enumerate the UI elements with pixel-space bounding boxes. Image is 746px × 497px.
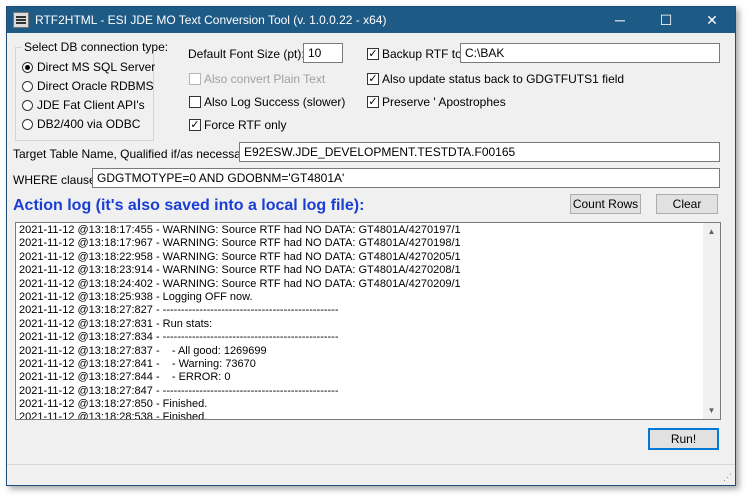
checkbox-label: Preserve ' Apostrophes [382,95,506,109]
scroll-up-icon[interactable]: ▲ [703,223,720,240]
log-line: 2021-11-12 @13:18:27:827 - -------------… [19,304,339,317]
action-log-textbox[interactable]: 2021-11-12 @13:18:17:455 - WARNING: Sour… [15,222,721,420]
backup-rtf-checkbox[interactable]: ✓ Backup RTF to: [367,47,465,61]
count-rows-button[interactable]: Count Rows [570,194,641,214]
radio-label: Direct Oracle RDBMS [37,79,154,93]
target-table-label: Target Table Name, Qualified if/as neces… [13,147,255,161]
checkbox-box [189,73,201,85]
resize-grip-icon[interactable]: ⋰ [723,472,732,483]
radio-label: DB2/400 via ODBC [37,117,141,131]
log-line: 2021-11-12 @13:18:25:938 - Logging OFF n… [19,290,253,303]
window-title: RTF2HTML - ESI JDE MO Text Conversion To… [35,13,387,27]
checkbox-box [189,96,201,108]
log-line: 2021-11-12 @13:18:27:850 - Finished. [19,398,208,411]
radio-db2-odbc[interactable]: DB2/400 via ODBC [22,117,140,131]
log-line: 2021-11-12 @13:18:28:538 - Finished. [19,411,208,420]
log-line: 2021-11-12 @13:18:17:455 - WARNING: Sour… [19,224,461,236]
checkbox-label: Backup RTF to: [382,47,466,61]
font-size-input[interactable]: 10 [303,43,343,63]
radio-indicator [22,61,33,73]
scroll-down-icon[interactable]: ▼ [703,402,720,419]
log-success-checkbox[interactable]: Also Log Success (slower) [189,95,345,109]
checkbox-label: Also Log Success (slower) [204,95,346,109]
app-icon [13,12,29,28]
checkbox-box: ✓ [367,96,379,108]
where-clause-input[interactable]: GDGTMOTYPE=0 AND GDOBNM='GT4801A' [92,168,720,188]
db-connection-group: Select DB connection type: Direct MS SQL… [15,40,171,141]
clear-button[interactable]: Clear [656,194,718,214]
log-line: 2021-11-12 @13:18:27:831 - Run stats: [19,317,213,330]
log-line: 2021-11-12 @13:18:22:958 - WARNING: Sour… [19,250,461,263]
update-status-checkbox[interactable]: ✓ Also update status back to GDGTFUTS1 f… [367,72,624,86]
log-line: 2021-11-12 @13:18:24:402 - WARNING: Sour… [19,277,461,290]
log-line: 2021-11-12 @13:18:27:834 - -------------… [19,331,339,344]
checkbox-label: Also update status back to GDGTFUTS1 fie… [382,72,625,86]
font-size-label: Default Font Size (pt): [188,47,305,61]
radio-oracle[interactable]: Direct Oracle RDBMS [22,79,154,93]
log-line: 2021-11-12 @13:18:27:837 - - All good: 1… [19,344,267,357]
checkbox-label: Force RTF only [204,118,287,132]
db-connection-group-title: Select DB connection type: [22,40,171,54]
title-bar[interactable]: RTF2HTML - ESI JDE MO Text Conversion To… [7,7,735,33]
checkbox-box: ✓ [189,119,201,131]
convert-plain-text-checkbox[interactable]: Also convert Plain Text [189,72,325,86]
close-button[interactable]: ✕ [689,7,735,33]
status-bar: ⋰ [7,464,735,486]
log-lines: 2021-11-12 @13:18:17:455 - WARNING: Sour… [19,224,703,420]
log-line: 2021-11-12 @13:18:27:844 - - ERROR: 0 [19,371,231,384]
checkbox-box: ✓ [367,73,379,85]
checkbox-label: Also convert Plain Text [204,72,326,86]
force-rtf-checkbox[interactable]: ✓ Force RTF only [189,118,286,132]
where-clause-label: WHERE clause: [13,173,100,187]
radio-indicator [22,118,33,130]
main-window: RTF2HTML - ESI JDE MO Text Conversion To… [6,6,736,486]
log-line: 2021-11-12 @13:18:27:841 - - Warning: 73… [19,357,256,370]
log-line: 2021-11-12 @13:18:27:847 - -------------… [19,384,339,397]
radio-label: JDE Fat Client API's [37,98,145,112]
radio-indicator [22,99,33,111]
log-line: 2021-11-12 @13:18:17:967 - WARNING: Sour… [19,237,461,250]
action-log-header: Action log (it's also saved into a local… [13,197,365,214]
run-button[interactable]: Run! [648,428,719,450]
radio-indicator [22,80,33,92]
log-scrollbar[interactable]: ▲ ▼ [703,223,720,419]
backup-path-input[interactable]: C:\BAK [460,43,720,63]
checkbox-box: ✓ [367,48,379,60]
radio-label: Direct MS SQL Server [37,60,156,74]
preserve-apostrophes-checkbox[interactable]: ✓ Preserve ' Apostrophes [367,95,506,109]
minimize-button[interactable]: ─ [597,7,643,33]
radio-ms-sql[interactable]: Direct MS SQL Server [22,60,155,74]
radio-jde-fat-client[interactable]: JDE Fat Client API's [22,98,145,112]
log-line: 2021-11-12 @13:18:23:914 - WARNING: Sour… [19,264,461,277]
target-table-input[interactable]: E92ESW.JDE_DEVELOPMENT.TESTDTA.F00165 [239,142,720,162]
maximize-button[interactable]: ☐ [643,7,689,33]
